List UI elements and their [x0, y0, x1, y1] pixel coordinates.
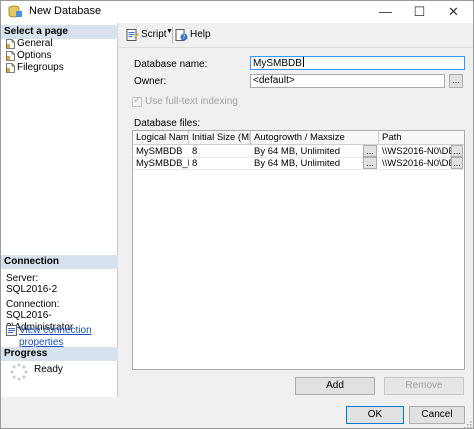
autogrowth-browse-button[interactable]: ... — [363, 157, 377, 169]
cancel-button[interactable]: Cancel — [409, 406, 465, 424]
database-files-label: Database files: — [134, 118, 201, 129]
checkmark-icon: ✓ — [133, 95, 142, 106]
resize-grip-icon[interactable] — [463, 420, 472, 429]
cell-initial-size[interactable]: 8 — [189, 158, 251, 170]
database-name-input[interactable]: MySMBDB — [250, 56, 465, 70]
table-row[interactable]: MySMBDB 8 By 64 MB, Unlimited ... \\WS20… — [133, 145, 464, 158]
title-bar[interactable]: New Database — ☐ ✕ — [1, 1, 473, 23]
owner-input[interactable]: <default> — [250, 74, 445, 88]
database-files-grid[interactable]: Logical Name Initial Size (MB) Autogrowt… — [132, 130, 465, 370]
page-filegroups[interactable]: Filegroups — [5, 62, 64, 74]
minimize-button[interactable]: — — [370, 1, 401, 23]
page-options[interactable]: Options — [5, 50, 51, 62]
add-button[interactable]: Add — [295, 377, 375, 395]
page-general-label: General — [17, 38, 53, 49]
window-title: New Database — [29, 5, 102, 17]
ok-button[interactable]: OK — [346, 406, 404, 424]
autogrowth-browse-button[interactable]: ... — [363, 145, 377, 157]
col-logical-name[interactable]: Logical Name — [133, 131, 189, 145]
page-general[interactable]: General — [5, 38, 53, 50]
grid-header: Logical Name Initial Size (MB) Autogrowt… — [133, 131, 464, 145]
page-icon — [6, 51, 15, 61]
cell-logical-name[interactable]: MySMBDB — [133, 146, 189, 158]
cell-path[interactable]: \\WS2016-N0\DB\ — [379, 158, 451, 170]
page-icon — [6, 39, 15, 49]
connection-header: Connection — [1, 255, 118, 269]
cell-path[interactable]: \\WS2016-N0\DB\ — [379, 146, 451, 158]
left-pane: Select a page General Options Filegroups… — [1, 23, 118, 397]
cell-autogrowth: By 64 MB, Unlimited — [254, 146, 341, 157]
svg-text:?: ? — [182, 34, 185, 41]
view-connection-properties-label: View connection properties — [19, 325, 92, 348]
cell-autogrowth: By 64 MB, Unlimited — [254, 158, 341, 169]
database-icon — [8, 5, 22, 18]
col-initial-size[interactable]: Initial Size (MB) — [189, 131, 251, 145]
cell-logical-name[interactable]: MySMBDB_l... — [133, 158, 189, 170]
text-caret — [302, 57, 304, 67]
select-page-header: Select a page — [1, 25, 118, 39]
fulltext-label: Use full-text indexing — [145, 96, 238, 107]
database-name-label: Database name: — [134, 59, 208, 70]
new-database-dialog: New Database — ☐ ✕ Select a page General… — [0, 0, 474, 429]
owner-value: <default> — [253, 75, 295, 86]
progress-status: Ready — [34, 364, 63, 375]
col-path[interactable]: Path — [379, 131, 464, 145]
path-browse-button[interactable]: ... — [451, 157, 463, 169]
page-icon — [6, 63, 15, 73]
col-autogrowth[interactable]: Autogrowth / Maxsize — [251, 131, 379, 145]
help-icon: ? — [175, 29, 188, 41]
table-row[interactable]: MySMBDB_l... 8 By 64 MB, Unlimited ... \… — [133, 157, 464, 170]
remove-button[interactable]: Remove — [384, 377, 464, 395]
help-button[interactable]: ? Help — [175, 27, 211, 43]
fulltext-checkbox[interactable]: ✓ — [132, 95, 142, 107]
script-icon — [126, 29, 139, 41]
owner-browse-button[interactable]: ... — [449, 74, 463, 88]
progress-spinner-icon — [10, 363, 28, 381]
owner-label: Owner: — [134, 76, 167, 87]
cell-initial-size[interactable]: 8 — [189, 146, 251, 158]
progress-header: Progress — [1, 347, 118, 361]
page-options-label: Options — [17, 50, 52, 61]
maximize-button[interactable]: ☐ — [404, 1, 435, 23]
toolbar-separator — [172, 27, 173, 43]
script-button[interactable]: Script — [126, 27, 167, 43]
database-name-value: MySMBDB — [253, 58, 302, 69]
path-browse-button[interactable]: ... — [451, 145, 463, 157]
server-value: SQL2016-2 — [6, 284, 58, 295]
help-label: Help — [190, 29, 211, 40]
close-button[interactable]: ✕ — [438, 1, 469, 23]
page-filegroups-label: Filegroups — [17, 62, 64, 73]
view-connection-properties-link[interactable]: View connection properties — [6, 325, 117, 349]
script-label: Script — [141, 29, 167, 40]
properties-icon — [6, 325, 17, 336]
